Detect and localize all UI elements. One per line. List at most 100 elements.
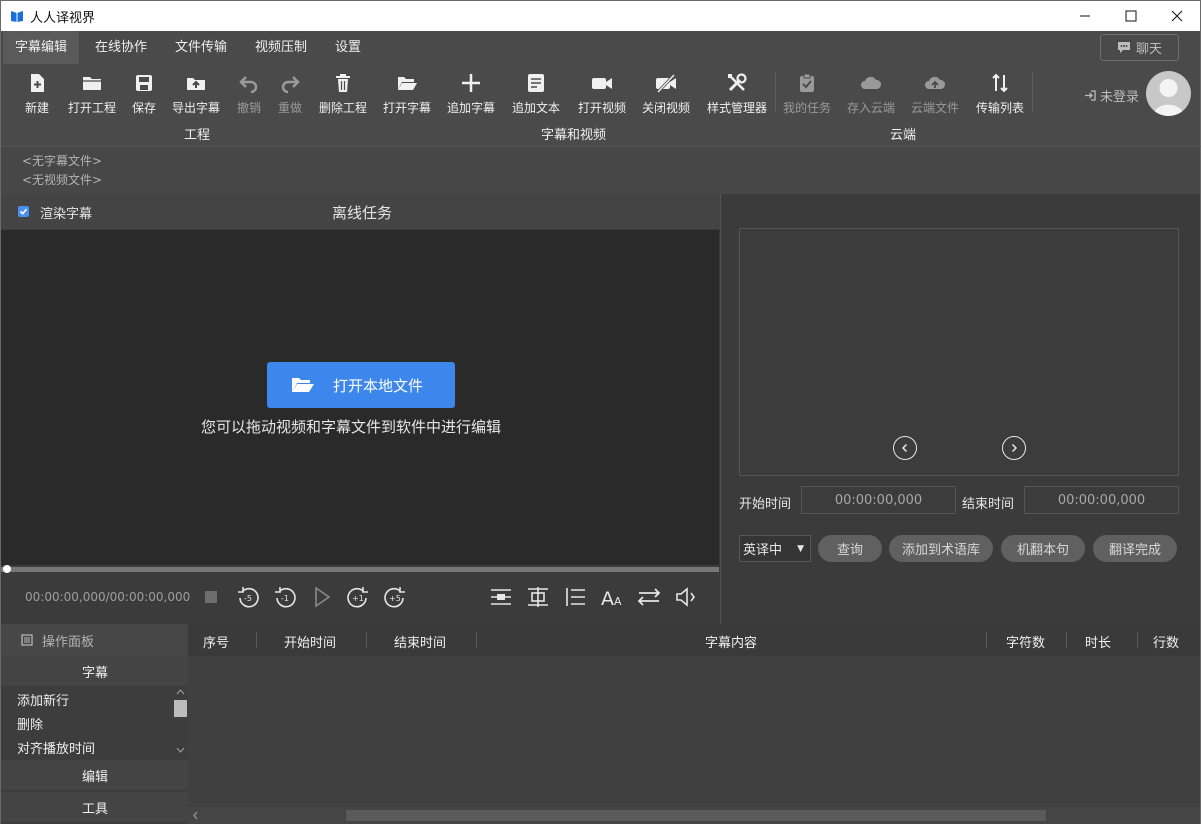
section-subtitle[interactable]: 字幕 <box>1 656 189 686</box>
my-tasks-button[interactable]: 我的任务 <box>783 70 831 122</box>
folder-icon <box>83 77 101 90</box>
end-time-input[interactable]: 00:00:00,000 <box>1024 486 1179 514</box>
scroll-thumb[interactable] <box>346 810 1046 821</box>
transfer-list-button[interactable]: 传输列表 <box>976 70 1024 122</box>
chat-bubble-icon <box>1117 42 1130 53</box>
next-button[interactable] <box>1002 436 1026 460</box>
append-text-button[interactable]: 追加文本 <box>512 70 560 122</box>
column-content[interactable]: 字幕内容 <box>705 632 757 651</box>
align-middle-button[interactable] <box>524 584 552 610</box>
subtitle-ops-list: 添加新行 删除 对齐播放时间 <box>1 686 173 758</box>
cloud-files-button[interactable]: 云端文件 <box>911 70 959 122</box>
align-center-icon <box>491 589 511 605</box>
machine-translate-button[interactable]: 机翻本句 <box>1001 535 1085 562</box>
column-duration[interactable]: 时长 <box>1085 632 1111 651</box>
group-label-project: 工程 <box>184 128 211 143</box>
column-start-time[interactable]: 开始时间 <box>284 632 336 651</box>
ops-scrollbar[interactable] <box>173 686 188 758</box>
avatar[interactable] <box>1146 71 1191 116</box>
toolbar-divider <box>1032 72 1033 112</box>
login-icon <box>1085 90 1096 101</box>
menu-settings[interactable]: 设置 <box>323 31 373 64</box>
open-video-button[interactable]: 打开视频 <box>578 70 626 122</box>
svg-text:+1: +1 <box>352 594 364 603</box>
close-video-button[interactable]: 关闭视频 <box>642 70 690 122</box>
open-local-file-button[interactable]: 打开本地文件 <box>267 362 455 408</box>
open-subtitle-button[interactable]: 打开字幕 <box>383 70 431 122</box>
append-subtitle-button[interactable]: 追加字幕 <box>447 70 495 122</box>
subtitle-table: 序号 开始时间 结束时间 字幕内容 字符数 时长 行数 <box>188 624 1201 824</box>
language-value: 英译中 <box>743 543 783 558</box>
add-to-glossary-button[interactable]: 添加到术语库 <box>889 535 993 562</box>
render-subtitle-checkbox[interactable] <box>18 206 29 217</box>
list-item-align-time[interactable]: 对齐播放时间 <box>17 738 95 757</box>
cloud-save-icon <box>861 76 882 89</box>
query-button[interactable]: 查询 <box>818 535 882 562</box>
rewind-1-button[interactable]: -1 <box>271 584 299 610</box>
user-avatar-icon <box>1152 79 1185 116</box>
column-end-time[interactable]: 结束时间 <box>394 632 446 651</box>
play-icon <box>315 586 331 608</box>
login-link[interactable]: 未登录 <box>1084 86 1139 105</box>
line-spacing-button[interactable] <box>561 584 589 610</box>
camera-off-icon <box>656 73 676 94</box>
language-select[interactable]: 英译中 ▼ <box>739 535 811 562</box>
chat-button[interactable]: 聊天 <box>1100 34 1179 61</box>
font-size-icon: AA <box>601 588 622 609</box>
menu-online-collab[interactable]: 在线协作 <box>83 31 159 64</box>
column-char-count[interactable]: 字符数 <box>1006 632 1045 651</box>
chevron-up-icon <box>176 689 185 695</box>
section-tools[interactable]: 工具 <box>1 792 189 822</box>
save-to-cloud-button[interactable]: 存入云端 <box>847 70 895 122</box>
translation-panel: 开始时间 00:00:00,000 结束时间 00:00:00,000 英译中 … <box>720 194 1201 624</box>
font-size-button[interactable]: AA <box>598 584 626 610</box>
subtitle-preview <box>739 228 1179 476</box>
open-project-button[interactable]: 打开工程 <box>68 70 116 122</box>
text-doc-icon <box>528 74 544 92</box>
video-drop-area[interactable]: 打开本地文件 您可以拖动视频和字幕文件到软件中进行编辑 <box>1 230 719 565</box>
forward-5-button[interactable]: +5 <box>381 584 409 610</box>
forward-1-button[interactable]: +1 <box>344 584 372 610</box>
minimize-icon <box>1080 15 1090 17</box>
delete-project-button[interactable]: 删除工程 <box>319 70 367 122</box>
stop-button[interactable] <box>197 584 225 610</box>
progress-handle[interactable] <box>3 565 11 573</box>
undo-button[interactable]: 撤销 <box>237 70 261 122</box>
menu-file-transfer[interactable]: 文件传输 <box>163 31 239 64</box>
align-center-button[interactable] <box>487 584 515 610</box>
menu-subtitle-edit[interactable]: 字幕编辑 <box>3 31 80 64</box>
scroll-thumb[interactable] <box>174 700 187 717</box>
rewind-5-button[interactable]: -5 <box>234 584 262 610</box>
volume-button[interactable] <box>672 584 700 610</box>
section-edit[interactable]: 编辑 <box>1 760 189 790</box>
style-manager-button[interactable]: 样式管理器 <box>707 70 767 122</box>
forward-1-icon: +1 <box>347 587 368 608</box>
swap-button[interactable] <box>635 584 663 610</box>
maximize-button[interactable] <box>1108 1 1154 31</box>
close-icon <box>1171 10 1183 22</box>
menu-bar: 字幕编辑 在线协作 文件传输 视频压制 设置 聊天 <box>0 31 1201 64</box>
minimize-button[interactable] <box>1062 1 1108 31</box>
play-button[interactable] <box>307 584 335 610</box>
new-button[interactable]: 新建 <box>25 70 49 122</box>
list-item-add-row[interactable]: 添加新行 <box>17 690 69 709</box>
check-icon <box>19 208 28 215</box>
close-button[interactable] <box>1154 1 1200 31</box>
column-line-count[interactable]: 行数 <box>1153 632 1179 651</box>
chevron-left-icon <box>193 811 198 820</box>
horizontal-scrollbar[interactable] <box>188 807 1200 824</box>
save-button[interactable]: 保存 <box>132 70 156 122</box>
list-item-delete[interactable]: 删除 <box>17 714 43 733</box>
playback-progress-bar[interactable] <box>1 565 719 573</box>
column-index[interactable]: 序号 <box>203 632 229 651</box>
open-folder-icon <box>398 77 417 90</box>
prev-button[interactable] <box>893 436 917 460</box>
export-icon <box>187 78 205 90</box>
group-label-subtitle-video: 字幕和视频 <box>541 128 607 143</box>
menu-video-compress[interactable]: 视频压制 <box>243 31 319 64</box>
subtitle-file-status: <无字幕文件> <box>22 154 103 168</box>
export-subtitle-button[interactable]: 导出字幕 <box>172 70 220 122</box>
redo-button[interactable]: 重做 <box>278 70 302 122</box>
translation-done-button[interactable]: 翻译完成 <box>1093 535 1177 562</box>
start-time-input[interactable]: 00:00:00,000 <box>801 486 956 514</box>
